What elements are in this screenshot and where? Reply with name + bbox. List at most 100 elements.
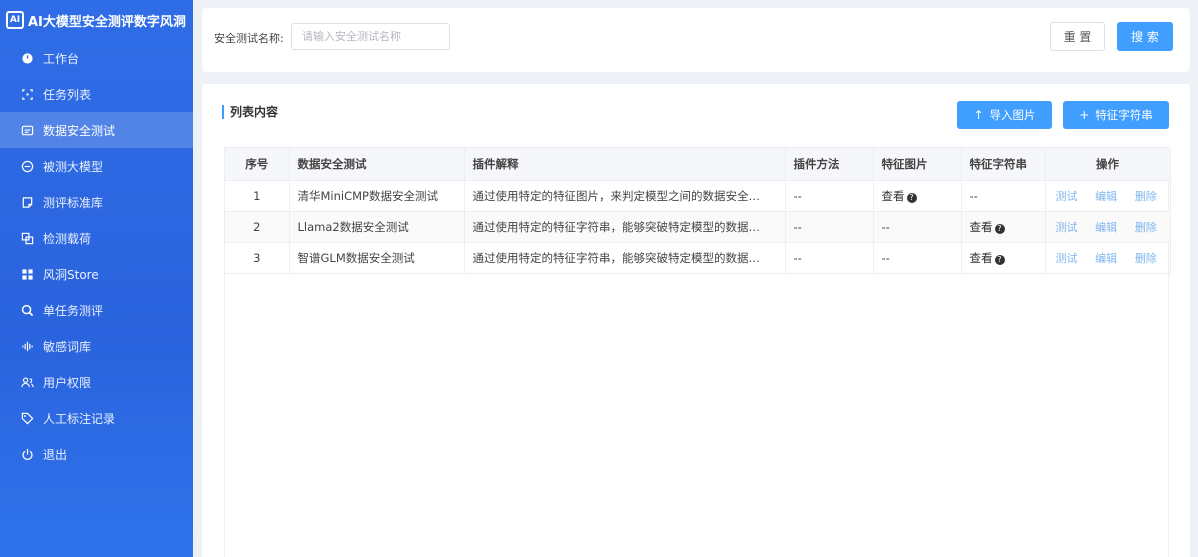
cell-ops: 测试 编辑 删除	[1045, 242, 1171, 274]
sidebar-item-task-list[interactable]: 任务列表	[0, 76, 193, 112]
sidebar-item-dashboard[interactable]: 工作台	[0, 40, 193, 76]
column-header-desc[interactable]: 插件解释	[464, 148, 786, 181]
cell-string: 查看?	[961, 211, 1046, 243]
sidebar-item-annotation[interactable]: 人工标注记录	[0, 400, 193, 436]
feature-string-label: 特征字符串	[1095, 108, 1153, 122]
data-security-icon	[20, 123, 34, 137]
cell-image: --	[873, 242, 962, 274]
test-link[interactable]: 测试	[1056, 190, 1078, 203]
sidebar-item-label: 退出	[43, 447, 68, 462]
brand-logo-icon: AI	[6, 11, 24, 29]
list-panel: 列表内容 ↑ 导入图片 + 特征字符串 序号 数据安全测试 插件解释 插件方法 …	[202, 84, 1190, 557]
cell-seq: 1	[225, 180, 290, 212]
search-button[interactable]: 搜 索	[1117, 22, 1173, 51]
standard-library-icon	[20, 195, 34, 209]
test-link[interactable]: 测试	[1056, 221, 1078, 234]
view-image-link[interactable]: 查看	[882, 189, 905, 203]
sidebar-item-label: 单任务测评	[43, 303, 104, 318]
cell-image: 查看?	[873, 180, 962, 212]
user-permission-icon	[20, 375, 34, 389]
question-icon[interactable]: ?	[994, 223, 1005, 234]
cell-ops: 测试 编辑 删除	[1045, 180, 1171, 212]
import-image-label: 导入图片	[989, 108, 1036, 122]
sidebar-item-payload[interactable]: 检测载荷	[0, 220, 193, 256]
reset-button[interactable]: 重 置	[1050, 22, 1105, 51]
table-row: 2 Llama2数据安全测试 通过使用特定的特征字符串，能够突破特定模型的数据……	[225, 211, 1171, 243]
edit-link[interactable]: 编辑	[1095, 221, 1117, 234]
view-string-link[interactable]: 查看	[970, 251, 993, 265]
sidebar: AI AI大模型安全测评数字风洞 工作台 任务列表 数据安全测试 被测大模型 测…	[0, 0, 193, 557]
column-header-method[interactable]: 插件方法	[785, 148, 874, 181]
test-link[interactable]: 测试	[1056, 252, 1078, 265]
delete-link[interactable]: 删除	[1135, 221, 1157, 234]
cell-ops: 测试 编辑 删除	[1045, 211, 1171, 243]
delete-link[interactable]: 删除	[1135, 252, 1157, 265]
model-icon	[20, 159, 34, 173]
edit-link[interactable]: 编辑	[1095, 190, 1117, 203]
payload-icon	[20, 231, 34, 245]
cell-string: 查看?	[961, 242, 1046, 274]
cell-name: Llama2数据安全测试	[289, 211, 465, 243]
question-icon[interactable]: ?	[994, 254, 1005, 265]
cell-image: --	[873, 211, 962, 243]
sidebar-item-sensitive-words[interactable]: 敏感词库	[0, 328, 193, 364]
column-header-image[interactable]: 特征图片	[873, 148, 962, 181]
single-task-icon	[20, 303, 34, 317]
sidebar-item-model[interactable]: 被测大模型	[0, 148, 193, 184]
brand-title: AI大模型安全测评数字风洞	[28, 14, 186, 30]
cell-seq: 3	[225, 242, 290, 274]
upload-icon: ↑	[973, 108, 984, 122]
sidebar-item-label: 风洞Store	[43, 267, 99, 282]
sensitive-words-icon	[20, 339, 34, 353]
search-input[interactable]	[291, 23, 450, 50]
data-table: 序号 数据安全测试 插件解释 插件方法 特征图片 特征字符串 操作 1 清华Mi…	[224, 147, 1171, 557]
sidebar-item-logout[interactable]: 退出	[0, 436, 193, 472]
question-icon[interactable]: ?	[906, 192, 917, 203]
tag-icon	[20, 411, 34, 425]
sidebar-item-store[interactable]: 风洞Store	[0, 256, 193, 292]
delete-link[interactable]: 删除	[1135, 190, 1157, 203]
sidebar-item-label: 敏感词库	[43, 339, 92, 354]
sidebar-item-label: 数据安全测试	[43, 123, 116, 138]
sidebar-item-standard-library[interactable]: 测评标准库	[0, 184, 193, 220]
task-list-icon	[20, 87, 34, 101]
cell-name: 智谱GLM数据安全测试	[289, 242, 465, 274]
sidebar-item-label: 被测大模型	[43, 159, 104, 174]
brand: AI AI大模型安全测评数字风洞	[0, 0, 193, 40]
cell-desc: 通过使用特定的特征图片，来判定模型之间的数据安全…	[464, 180, 786, 212]
plus-icon: +	[1079, 108, 1090, 122]
cell-name: 清华MiniCMP数据安全测试	[289, 180, 465, 212]
search-label: 安全测试名称:	[214, 32, 284, 45]
column-header-string[interactable]: 特征字符串	[961, 148, 1046, 181]
cell-desc: 通过使用特定的特征字符串，能够突破特定模型的数据…	[464, 242, 786, 274]
sidebar-item-user-permission[interactable]: 用户权限	[0, 364, 193, 400]
search-panel: 安全测试名称: 重 置 搜 索	[202, 8, 1190, 72]
column-header-seq[interactable]: 序号	[225, 148, 290, 181]
sidebar-item-single-task[interactable]: 单任务测评	[0, 292, 193, 328]
list-title: 列表内容	[222, 105, 278, 119]
power-icon	[20, 447, 34, 461]
import-image-button[interactable]: ↑ 导入图片	[957, 101, 1052, 129]
sidebar-item-label: 检测载荷	[43, 231, 92, 246]
sidebar-item-data-security[interactable]: 数据安全测试	[0, 112, 193, 148]
sidebar-item-label: 任务列表	[43, 87, 92, 102]
column-header-ops: 操作	[1045, 148, 1171, 181]
edit-link[interactable]: 编辑	[1095, 252, 1117, 265]
view-string-link[interactable]: 查看	[970, 220, 993, 234]
add-feature-string-button[interactable]: + 特征字符串	[1063, 101, 1169, 129]
cell-string: --	[961, 180, 1046, 212]
cell-desc: 通过使用特定的特征字符串，能够突破特定模型的数据…	[464, 211, 786, 243]
table-row: 3 智谱GLM数据安全测试 通过使用特定的特征字符串，能够突破特定模型的数据… …	[225, 242, 1171, 274]
table-header-row: 序号 数据安全测试 插件解释 插件方法 特征图片 特征字符串 操作	[225, 148, 1171, 181]
cell-method: --	[785, 242, 874, 274]
cell-method: --	[785, 211, 874, 243]
sidebar-item-label: 用户权限	[43, 375, 92, 390]
sidebar-item-label: 人工标注记录	[43, 411, 116, 426]
table-row: 1 清华MiniCMP数据安全测试 通过使用特定的特征图片，来判定模型之间的数据…	[225, 180, 1171, 212]
cell-method: --	[785, 180, 874, 212]
dashboard-icon	[20, 51, 34, 65]
store-icon	[20, 267, 34, 281]
sidebar-item-label: 测评标准库	[43, 195, 104, 210]
cell-seq: 2	[225, 211, 290, 243]
column-header-name[interactable]: 数据安全测试	[289, 148, 465, 181]
